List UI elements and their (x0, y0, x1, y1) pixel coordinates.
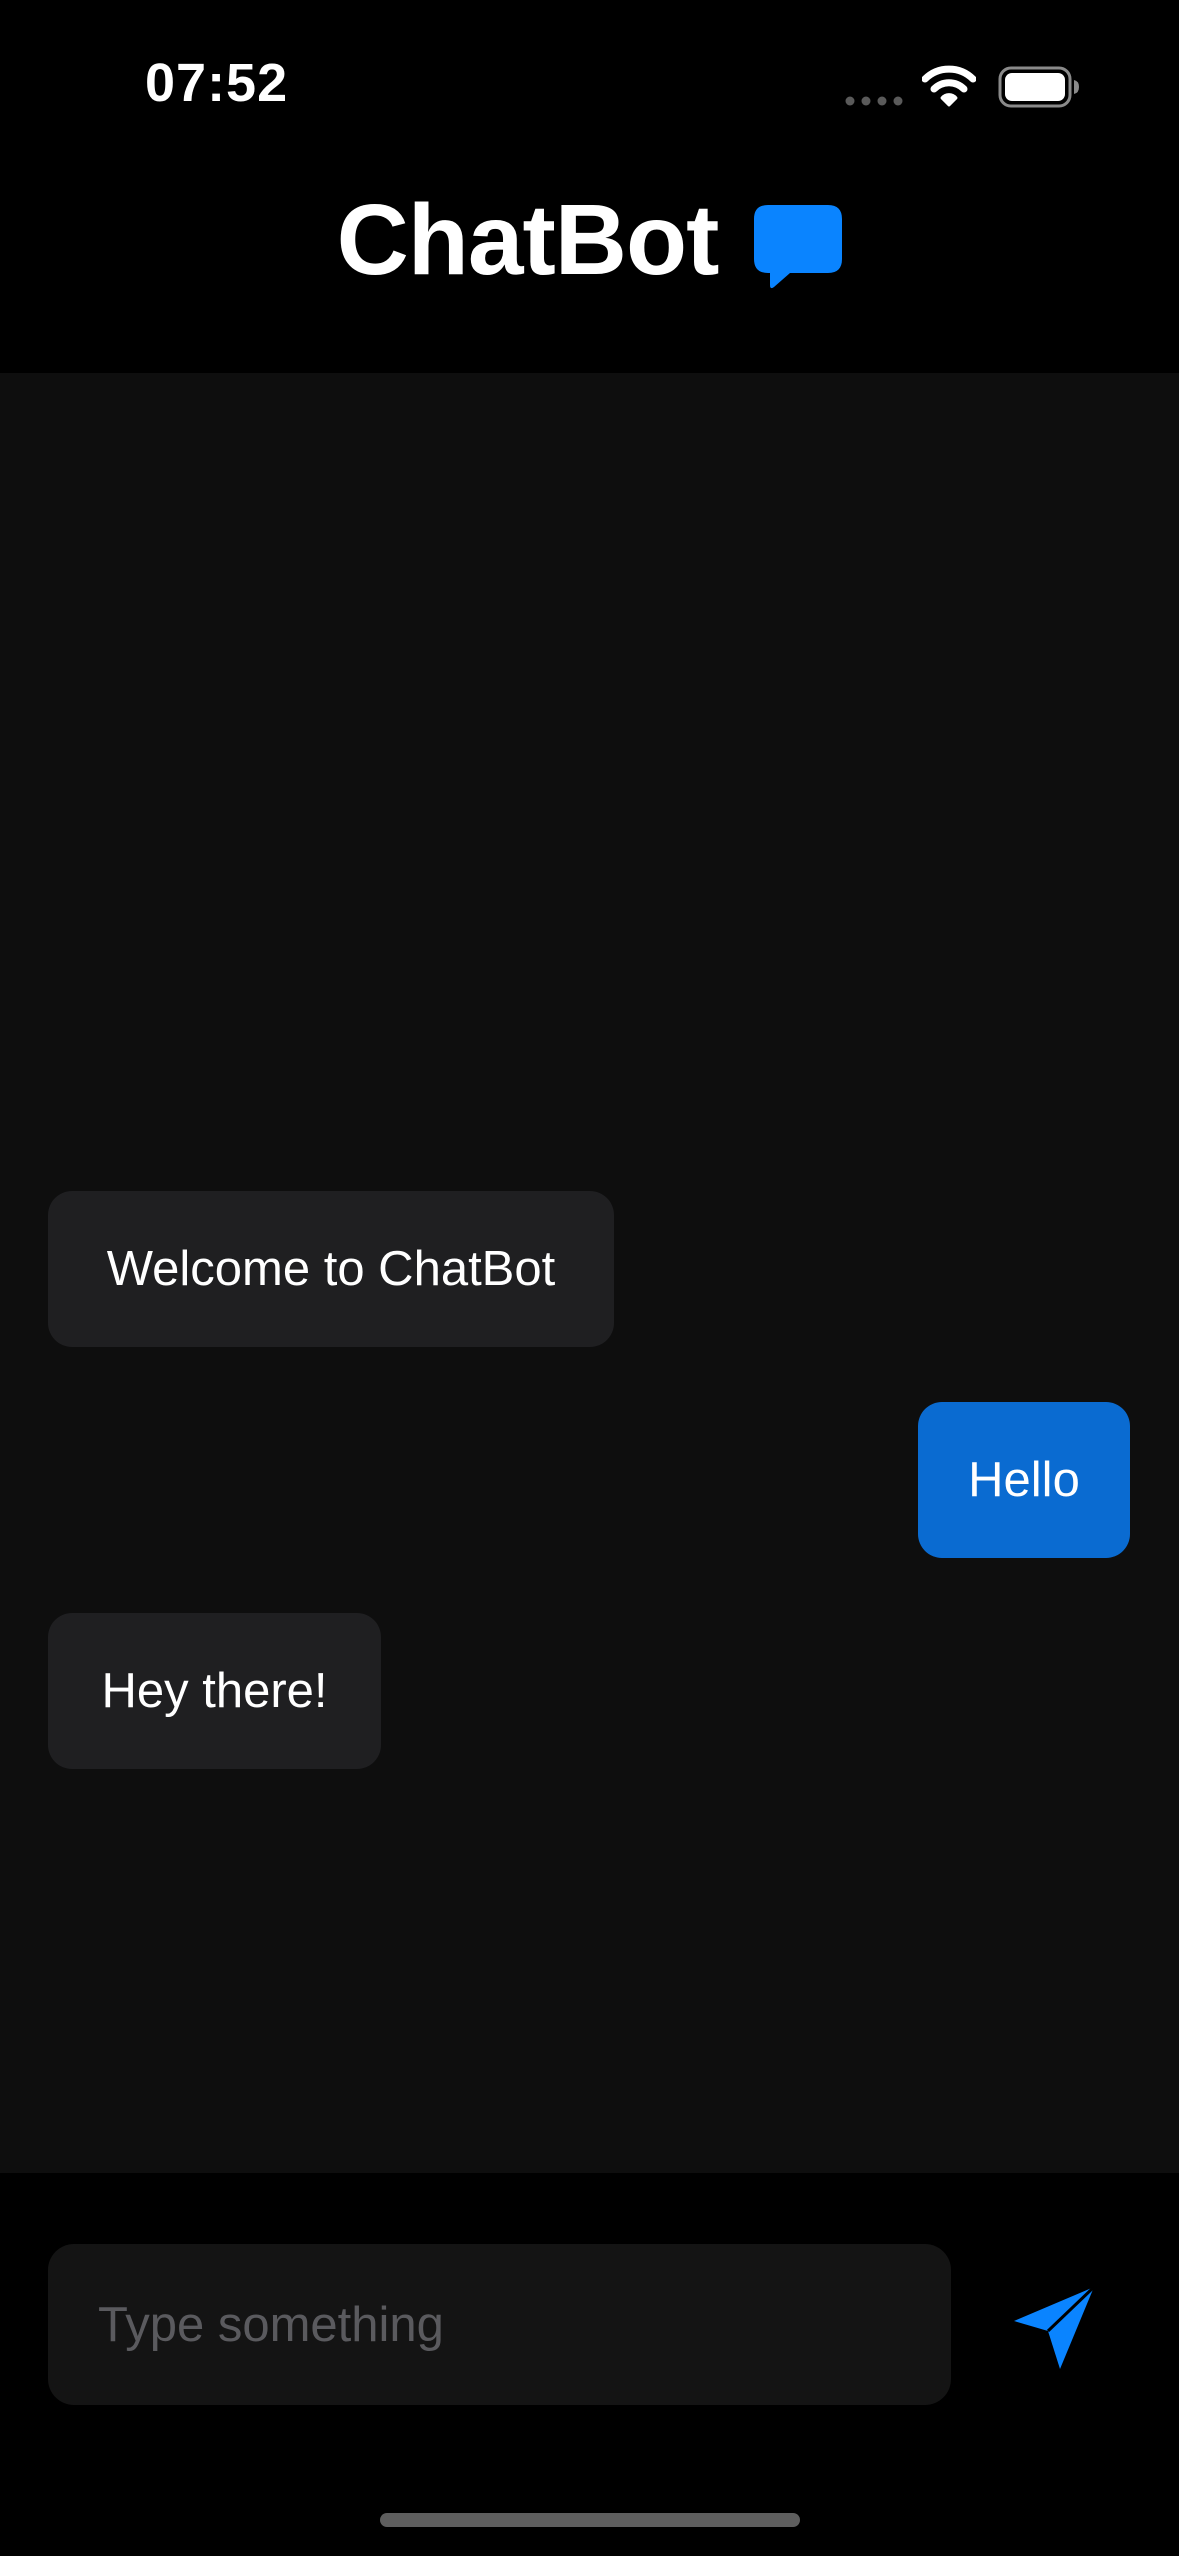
composer-bar (0, 2173, 1179, 2556)
send-button[interactable] (1000, 2273, 1110, 2383)
message-input[interactable] (96, 2295, 951, 2354)
message-bubble-user: Hello (918, 1402, 1130, 1558)
message-input-container[interactable] (48, 2244, 951, 2405)
page-title: ChatBot (336, 183, 720, 296)
message-text: Welcome to ChatBot (106, 1242, 556, 1296)
cellular-signal-icon (845, 96, 903, 106)
message-bubble-bot: Welcome to ChatBot (48, 1191, 614, 1347)
status-bar: 07:52 (0, 0, 1179, 170)
title-row: ChatBot (0, 170, 1179, 310)
battery-icon (998, 66, 1079, 108)
wifi-icon (922, 65, 976, 107)
message-text: Hey there! (101, 1664, 328, 1718)
message-text: Hello (968, 1453, 1080, 1507)
message-bubble-bot: Hey there! (48, 1613, 381, 1769)
home-indicator[interactable] (380, 2513, 800, 2527)
status-time: 07:52 (145, 53, 289, 113)
app-header: ChatBot (0, 170, 1179, 373)
paper-plane-icon (1014, 2285, 1096, 2369)
chat-bubble-icon (754, 205, 843, 289)
